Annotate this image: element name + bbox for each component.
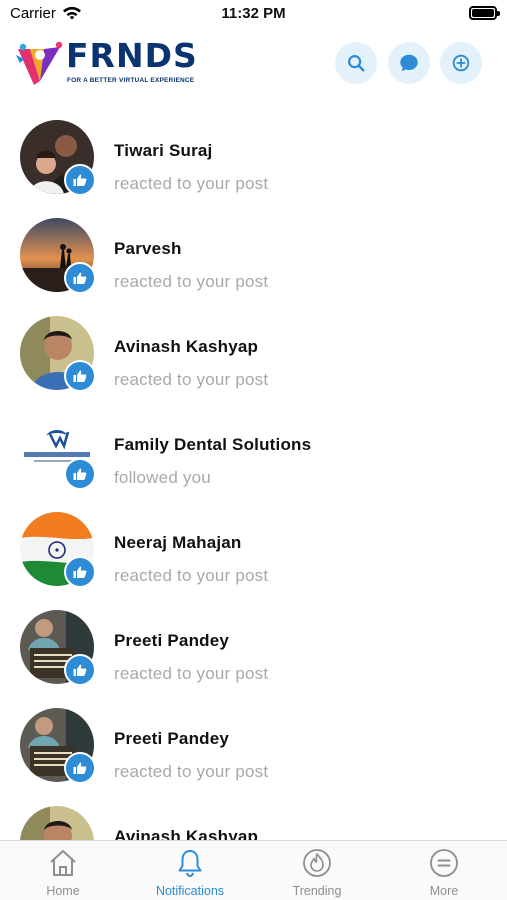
avatar[interactable] <box>20 610 96 686</box>
tab-trending[interactable]: Trending <box>254 841 380 900</box>
like-icon <box>73 566 87 578</box>
notification-item[interactable]: Avinash Kashyap <box>0 798 507 840</box>
notification-item[interactable]: Avinash Kashyap reacted to your post <box>0 308 507 406</box>
avatar[interactable] <box>20 414 96 490</box>
status-bar: Carrier 11:32 PM <box>0 0 507 30</box>
bottom-tab-bar: Home Notifications Trending More <box>0 840 507 900</box>
user-name[interactable]: Parvesh <box>114 239 182 259</box>
like-icon <box>73 370 87 382</box>
tab-home[interactable]: Home <box>0 841 126 900</box>
user-name[interactable]: Preeti Pandey <box>114 631 229 651</box>
brand-name: FRNDS <box>66 36 198 75</box>
app-logo[interactable]: FRNDS FOR A BETTER VIRTUAL EXPERIENCE <box>14 37 204 89</box>
notification-text: reacted to your post <box>114 566 269 585</box>
like-icon <box>73 468 87 480</box>
avatar[interactable] <box>20 512 96 588</box>
avatar[interactable] <box>20 120 96 196</box>
notification-item[interactable]: Neeraj Mahajan reacted to your post <box>0 504 507 602</box>
notification-text: reacted to your post <box>114 174 269 193</box>
tab-label: Trending <box>292 884 342 898</box>
user-name[interactable]: Family Dental Solutions <box>114 435 311 455</box>
notification-text: reacted to your post <box>114 664 269 683</box>
like-icon <box>73 272 87 284</box>
avatar[interactable] <box>20 218 96 294</box>
notification-item[interactable]: Preeti Pandey reacted to your post <box>0 602 507 700</box>
tab-more[interactable]: More <box>381 841 507 900</box>
tab-notifications[interactable]: Notifications <box>127 841 253 900</box>
like-badge <box>64 654 96 686</box>
app-header: FRNDS FOR A BETTER VIRTUAL EXPERIENCE <box>0 30 507 100</box>
battery-icon <box>469 6 500 20</box>
tab-label: Home <box>46 884 80 898</box>
notifications-list[interactable]: Tiwari Suraj reacted to your post Parves <box>0 100 507 840</box>
like-badge <box>64 164 96 196</box>
like-badge <box>64 360 96 392</box>
like-icon <box>73 174 87 186</box>
user-name[interactable]: Tiwari Suraj <box>114 141 212 161</box>
like-badge <box>64 752 96 784</box>
avatar[interactable] <box>20 316 96 392</box>
tab-label: Notifications <box>155 884 225 898</box>
notification-item[interactable]: Parvesh reacted to your post <box>0 210 507 308</box>
notification-text: followed you <box>114 468 211 487</box>
brand-tagline: FOR A BETTER VIRTUAL EXPERIENCE <box>67 77 195 84</box>
search-icon <box>348 55 365 72</box>
notification-text: reacted to your post <box>114 762 269 781</box>
avatar[interactable] <box>20 708 96 784</box>
chat-bubble-icon <box>400 54 418 72</box>
logo-mark-icon <box>16 41 63 85</box>
tab-label: More <box>429 884 459 898</box>
flame-icon <box>303 849 331 877</box>
user-name[interactable]: Preeti Pandey <box>114 729 229 749</box>
notification-item[interactable]: Tiwari Suraj reacted to your post <box>0 112 507 210</box>
bell-icon <box>178 850 202 878</box>
like-badge <box>64 262 96 294</box>
add-circle-icon <box>452 54 470 72</box>
like-icon <box>73 664 87 676</box>
home-icon <box>50 850 76 876</box>
notification-text: reacted to your post <box>114 370 269 389</box>
user-name[interactable]: Neeraj Mahajan <box>114 533 242 553</box>
create-post-button[interactable] <box>440 42 482 84</box>
profile-photo <box>20 806 94 840</box>
like-badge <box>64 556 96 588</box>
user-name[interactable]: Avinash Kashyap <box>114 827 258 840</box>
clock: 11:32 PM <box>221 5 286 22</box>
search-button[interactable] <box>335 42 377 84</box>
menu-circle-icon <box>430 849 458 877</box>
like-icon <box>73 762 87 774</box>
messages-button[interactable] <box>388 42 430 84</box>
notification-item[interactable]: Family Dental Solutions followed you <box>0 406 507 504</box>
like-badge <box>64 458 96 490</box>
user-name[interactable]: Avinash Kashyap <box>114 337 258 357</box>
notification-item[interactable]: Preeti Pandey reacted to your post <box>0 700 507 798</box>
notification-text: reacted to your post <box>114 272 269 291</box>
avatar[interactable] <box>20 806 94 840</box>
